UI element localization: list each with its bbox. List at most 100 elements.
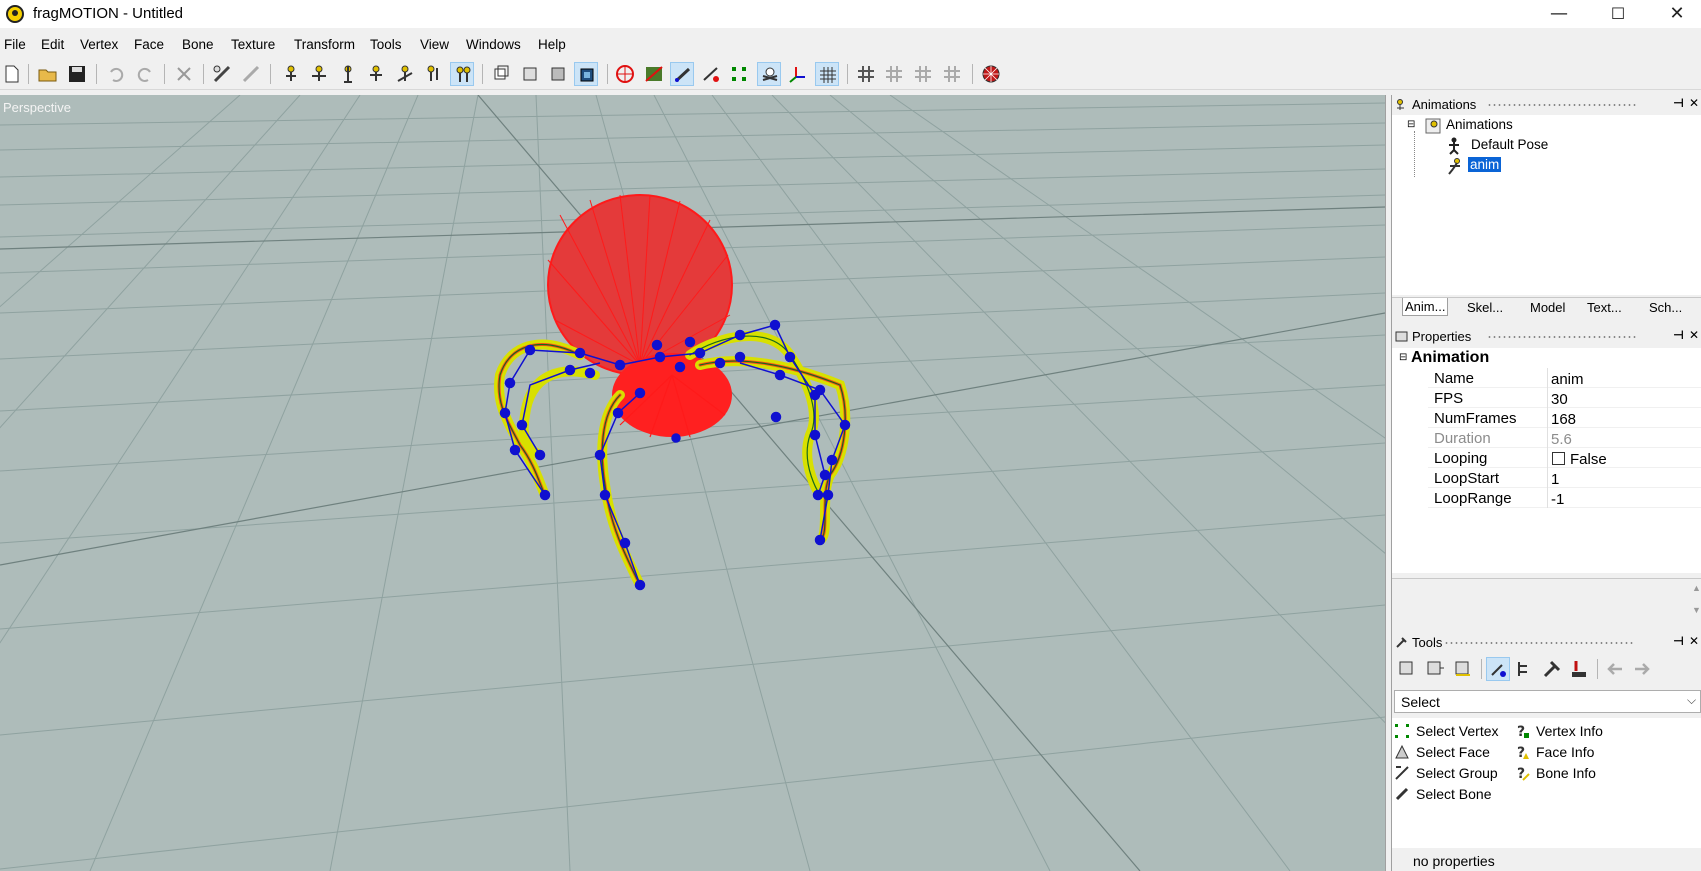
- tool-vertex-info[interactable]: Vertex Info: [1536, 723, 1603, 739]
- view-side-icon[interactable]: [518, 62, 542, 86]
- hammer-tool-icon[interactable]: [1540, 657, 1564, 681]
- grid-snap-3-icon[interactable]: [911, 62, 935, 86]
- tab-skeleton[interactable]: Skel...: [1467, 300, 1503, 315]
- view-front-icon[interactable]: [489, 62, 513, 86]
- redo-icon[interactable]: [133, 62, 157, 86]
- tool-face-info[interactable]: Face Info: [1536, 744, 1594, 760]
- weight-tool-icon[interactable]: [1567, 657, 1591, 681]
- show-bones-icon[interactable]: [670, 62, 694, 86]
- close-icon[interactable]: ✕: [1689, 96, 1699, 110]
- scroll-up-icon[interactable]: ▲: [1692, 583, 1701, 593]
- grid-icon[interactable]: [815, 62, 839, 86]
- property-row-looping[interactable]: Looping False: [1428, 448, 1701, 468]
- property-column-divider[interactable]: [1547, 368, 1548, 508]
- menu-windows[interactable]: Windows: [466, 37, 521, 52]
- hierarchy-tool-icon[interactable]: [1513, 657, 1537, 681]
- scale-uniform-icon[interactable]: [421, 62, 445, 86]
- tab-animations[interactable]: Anim...: [1402, 298, 1449, 316]
- scroll-down-icon[interactable]: ▼: [1692, 605, 1701, 615]
- select-vertex-tool-icon[interactable]: [1395, 657, 1419, 681]
- close-icon[interactable]: ✕: [1689, 634, 1699, 648]
- undo-icon[interactable]: [104, 62, 128, 86]
- new-file-icon[interactable]: [0, 62, 24, 86]
- menu-bone[interactable]: Bone: [182, 37, 214, 52]
- vertices-icon[interactable]: [727, 62, 751, 86]
- face-info-icon: ?: [1517, 745, 1529, 760]
- tool-select-face[interactable]: Select Face: [1416, 744, 1490, 760]
- axis-icon[interactable]: [785, 62, 809, 86]
- category-collapse-icon[interactable]: ⊟: [1399, 352, 1407, 363]
- back-arrow-icon[interactable]: [1603, 657, 1627, 681]
- property-row-fps[interactable]: FPS 30: [1428, 388, 1701, 408]
- bone-tool-icon[interactable]: [210, 62, 234, 86]
- view-perspective-icon[interactable]: [574, 62, 598, 86]
- tool-select-group[interactable]: Select Group: [1416, 765, 1498, 781]
- select-face-icon: [1395, 744, 1409, 759]
- property-row-numframes[interactable]: NumFrames 168: [1428, 408, 1701, 428]
- select-face-tool-icon[interactable]: [1423, 657, 1447, 681]
- select-bone-icon: [1395, 787, 1409, 801]
- tree-root[interactable]: Animations: [1446, 117, 1513, 132]
- grid-snap-icon[interactable]: [854, 62, 878, 86]
- tab-schematic[interactable]: Sch...: [1649, 300, 1682, 315]
- pose-icon[interactable]: [450, 62, 474, 86]
- open-folder-icon[interactable]: [36, 62, 60, 86]
- pin-icon[interactable]: ⊣: [1673, 96, 1684, 110]
- menu-transform[interactable]: Transform: [294, 37, 355, 52]
- move-x-icon[interactable]: [307, 62, 331, 86]
- tab-textures[interactable]: Text...: [1587, 300, 1622, 315]
- texture-toggle-icon[interactable]: [642, 62, 666, 86]
- tree-item-default-pose[interactable]: Default Pose: [1471, 137, 1548, 152]
- pin-icon[interactable]: ⊣: [1673, 634, 1684, 648]
- window-title: fragMOTION - Untitled: [33, 5, 184, 22]
- bone-tool-disabled-icon[interactable]: [239, 62, 263, 86]
- menu-vertex[interactable]: Vertex: [80, 37, 118, 52]
- tool-mode-select[interactable]: Select ⌵: [1394, 690, 1701, 713]
- properties-panel-header: Properties ⊣ ✕: [1392, 327, 1701, 346]
- menu-help[interactable]: Help: [538, 37, 566, 52]
- wire-sphere-icon[interactable]: [613, 62, 637, 86]
- select-group-tool-icon[interactable]: [1451, 657, 1475, 681]
- 3d-viewport[interactable]: Perspective: [0, 95, 1385, 871]
- menu-file[interactable]: File: [4, 37, 26, 52]
- view-top-icon[interactable]: [546, 62, 570, 86]
- save-icon[interactable]: [65, 62, 89, 86]
- menu-tools[interactable]: Tools: [370, 37, 402, 52]
- property-row-name[interactable]: Name anim: [1428, 368, 1701, 388]
- move-icon[interactable]: [279, 62, 303, 86]
- pin-icon[interactable]: ⊣: [1673, 328, 1684, 342]
- close-icon[interactable]: ✕: [1689, 328, 1699, 342]
- minimize-button[interactable]: —: [1530, 0, 1588, 28]
- bone-link-icon[interactable]: [699, 62, 723, 86]
- render-sphere-icon[interactable]: [979, 62, 1003, 86]
- scale-icon[interactable]: [393, 62, 417, 86]
- tree-collapse-icon[interactable]: ⊟: [1407, 119, 1415, 130]
- menu-view[interactable]: View: [420, 37, 449, 52]
- rotate-icon[interactable]: [364, 62, 388, 86]
- menu-texture[interactable]: Texture: [231, 37, 275, 52]
- tools-status-text: no properties: [1413, 853, 1495, 869]
- app-icon: [6, 5, 24, 23]
- close-button[interactable]: ✕: [1648, 0, 1701, 28]
- skeleton-icon[interactable]: [757, 62, 781, 86]
- grid-snap-4-icon[interactable]: [940, 62, 964, 86]
- panel-splitter[interactable]: [1385, 95, 1392, 871]
- menu-face[interactable]: Face: [134, 37, 164, 52]
- select-tool-icon[interactable]: [1486, 657, 1510, 681]
- tree-item-anim[interactable]: anim: [1468, 157, 1502, 172]
- maximize-button[interactable]: ☐: [1589, 0, 1647, 28]
- grid-snap-2-icon[interactable]: [882, 62, 906, 86]
- property-row-duration: Duration 5.6: [1428, 428, 1701, 448]
- looping-checkbox[interactable]: [1552, 452, 1565, 465]
- tool-bone-info[interactable]: Bone Info: [1536, 765, 1596, 781]
- menu-edit[interactable]: Edit: [41, 37, 64, 52]
- tool-select-bone[interactable]: Select Bone: [1416, 786, 1492, 802]
- tab-model[interactable]: Model: [1530, 300, 1565, 315]
- forward-arrow-icon[interactable]: [1630, 657, 1654, 681]
- tool-select-vertex[interactable]: Select Vertex: [1416, 723, 1499, 739]
- property-row-looprange[interactable]: LoopRange -1: [1428, 488, 1701, 508]
- tools-status-bar: no properties: [1392, 850, 1701, 871]
- delete-icon[interactable]: [172, 62, 196, 86]
- move-y-icon[interactable]: [336, 62, 360, 86]
- property-row-loopstart[interactable]: LoopStart 1: [1428, 468, 1701, 488]
